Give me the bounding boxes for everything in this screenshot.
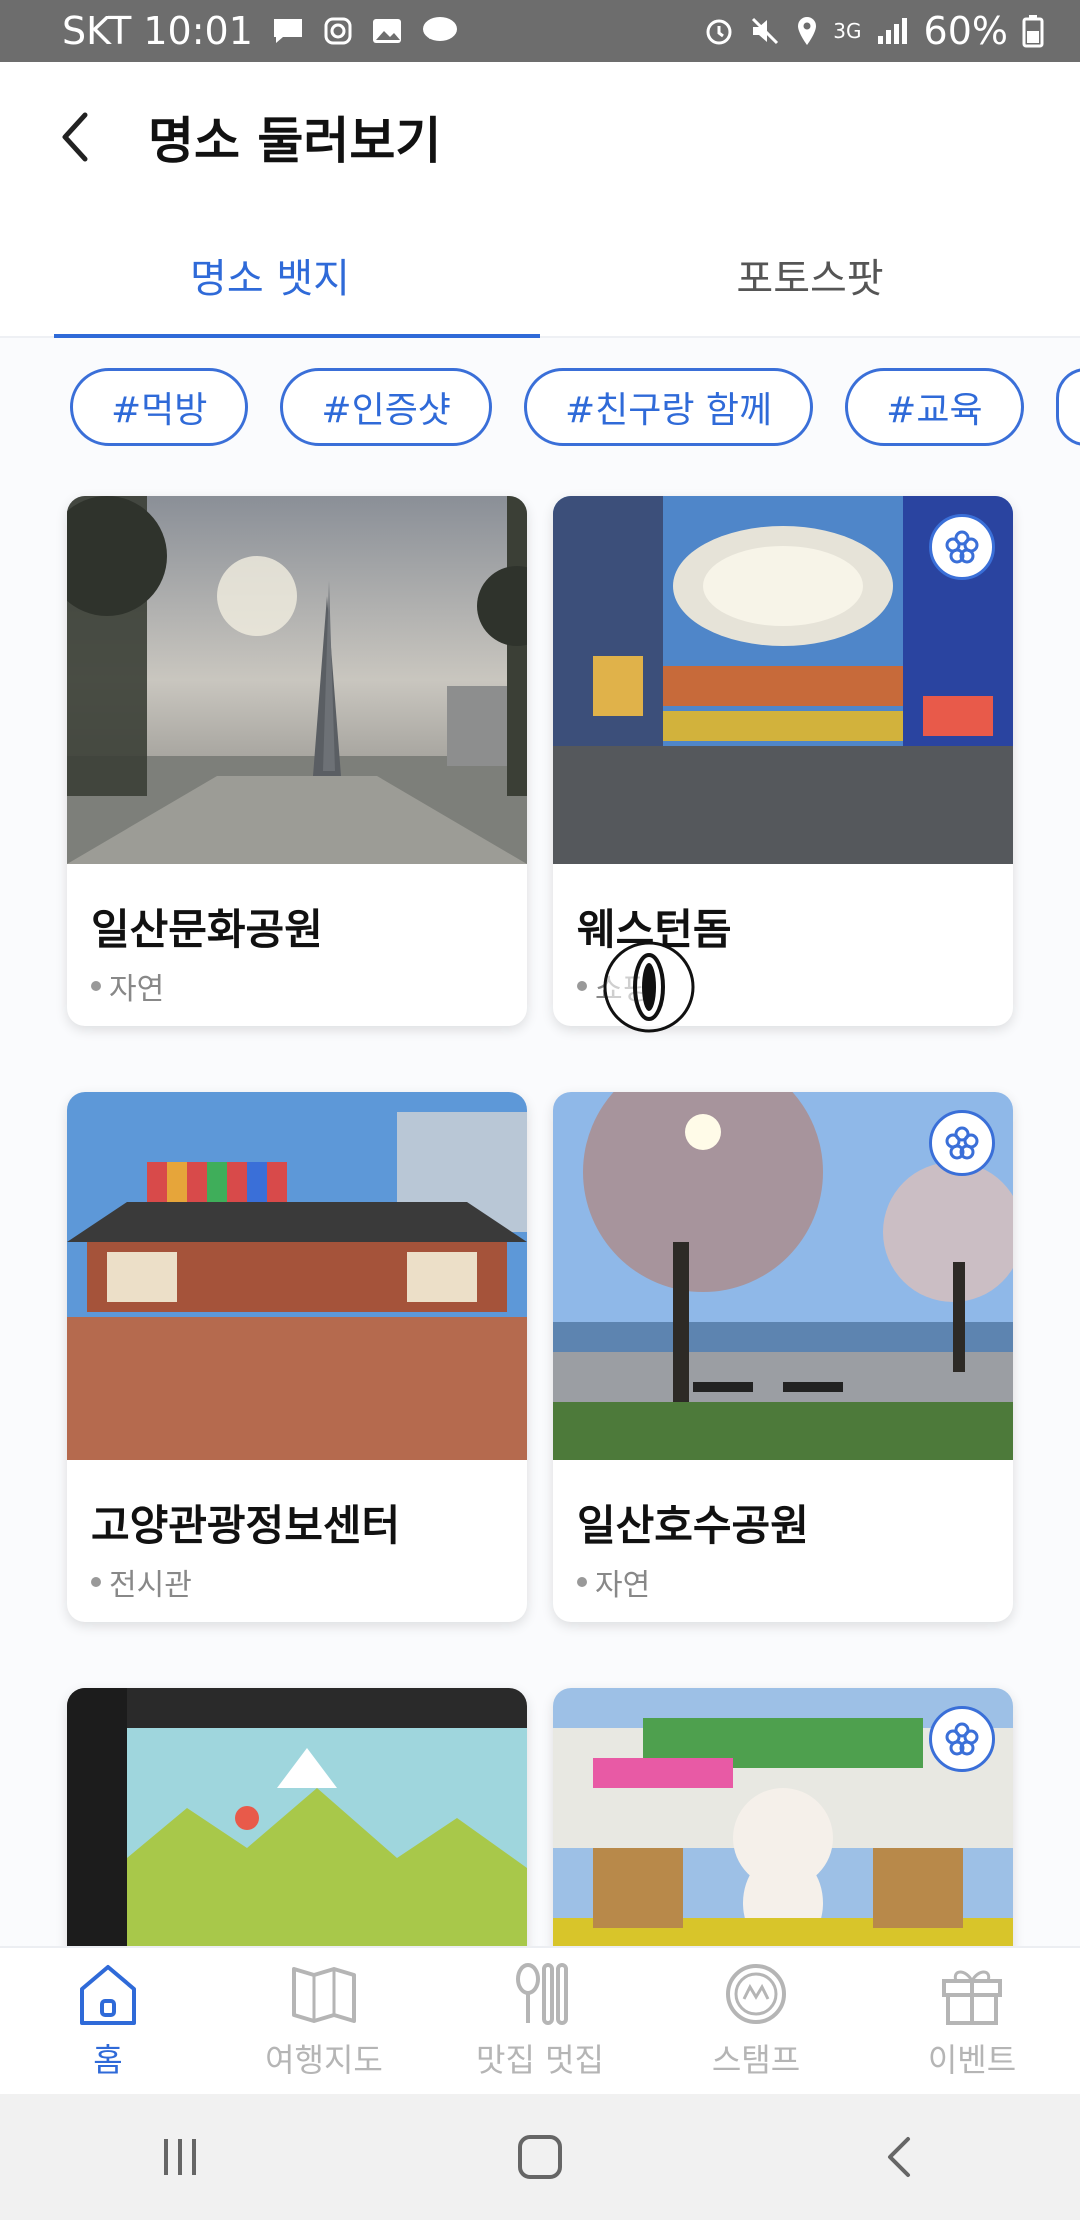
place-photo [67, 496, 527, 864]
nav-label: 스탬프 [711, 2041, 801, 2079]
nav-restaurants[interactable]: 맛집 멋집 [432, 1948, 648, 2094]
badge-flower-icon [929, 1706, 995, 1772]
hashtag-chips: #먹방 #인증샷 #친구랑 함께 #교육 [70, 368, 1080, 446]
back-system-button[interactable] [840, 2117, 960, 2197]
food-icon [516, 1963, 568, 2025]
place-category-label: 자연 [595, 1568, 651, 1603]
nav-label: 여행지도 [265, 2041, 383, 2079]
network-type: 3G [833, 19, 862, 43]
place-name: 일산호수공원 [577, 1501, 809, 1550]
place-card[interactable] [553, 1688, 1013, 1946]
back-button[interactable] [0, 62, 150, 212]
bullet-dot [91, 1577, 101, 1587]
place-category-label: 전시관 [109, 1568, 192, 1603]
place-category: 자연 [91, 964, 164, 1008]
tab-bar: 명소 뱃지 포토스팟 [0, 212, 1080, 340]
nav-stamp[interactable]: 스탬프 [648, 1948, 864, 2094]
chip-certification-shot[interactable]: #인증샷 [280, 368, 492, 446]
bullet-dot [91, 981, 101, 991]
back-chevron-icon [888, 2137, 910, 2177]
gift-icon [942, 1970, 1002, 2025]
chip-with-friends[interactable]: #친구랑 함께 [523, 368, 814, 446]
place-photo [67, 1688, 527, 1946]
nav-label: 맛집 멋집 [476, 2041, 604, 2079]
signal-icon [876, 16, 910, 46]
recent-apps-button[interactable] [120, 2117, 240, 2197]
place-photo [553, 496, 1013, 864]
stamp-icon [726, 1964, 786, 2024]
bottom-nav: 홈 여행지도 맛집 멋집 스탬프 이벤트 [0, 1946, 1080, 2094]
place-card[interactable] [67, 1688, 527, 1946]
place-card[interactable]: 일산문화공원 자연 [67, 496, 527, 1026]
place-category: 전시관 [91, 1560, 192, 1604]
tab-badges[interactable]: 명소 뱃지 [0, 212, 540, 340]
place-category-label: 자연 [109, 972, 165, 1007]
nav-home[interactable]: 홈 [0, 1948, 216, 2094]
chip-education[interactable]: #교육 [845, 368, 1024, 446]
mute-icon [749, 15, 781, 47]
badge-flower-icon [929, 1110, 995, 1176]
gallery-icon [371, 16, 403, 46]
status-right: 3G 60% [703, 9, 1044, 53]
app-header: 명소 둘러보기 [0, 62, 1080, 212]
chip-more[interactable] [1055, 368, 1080, 446]
battery-percent: 60% [923, 9, 1008, 53]
place-photo [67, 1092, 527, 1460]
touch-indicator [602, 940, 696, 1034]
status-left: SKT 10:01 [62, 9, 459, 53]
back-arrow-icon [62, 112, 88, 162]
place-name: 일산문화공원 [91, 905, 323, 954]
page-title: 명소 둘러보기 [148, 112, 442, 170]
kakaotalk-icon [421, 15, 459, 47]
tab-photo-spots[interactable]: 포토스팟 [540, 212, 1080, 338]
home-system-button[interactable] [480, 2117, 600, 2197]
nav-label: 이벤트 [927, 2041, 1017, 2079]
bullet-dot [577, 981, 587, 991]
nav-label: 홈 [93, 2041, 123, 2079]
bullet-dot [577, 1577, 587, 1587]
home-square-icon [518, 2135, 562, 2179]
chip-mukbang[interactable]: #먹방 [70, 368, 249, 446]
place-card[interactable]: 일산호수공원 자연 [553, 1092, 1013, 1622]
battery-icon [1022, 14, 1044, 48]
place-card[interactable]: 고양관광정보센터 전시관 [67, 1092, 527, 1622]
carrier-time: SKT 10:01 [62, 9, 253, 53]
content-area: #먹방 #인증샷 #친구랑 함께 #교육 일산문화공원 자연 웨스턴돔 고양관광… [0, 338, 1080, 1946]
nav-travel-map[interactable]: 여행지도 [216, 1948, 432, 2094]
recent-apps-icon [164, 2139, 196, 2175]
status-bar: SKT 10:01 3G 60% [0, 0, 1080, 62]
badge-flower-icon [929, 514, 995, 580]
map-icon [292, 1967, 356, 2023]
system-nav-bar [0, 2094, 1080, 2220]
nav-event[interactable]: 이벤트 [864, 1948, 1080, 2094]
place-photo [553, 1688, 1013, 1946]
home-icon [80, 1965, 136, 2025]
place-name: 고양관광정보센터 [91, 1501, 401, 1550]
alarm-icon [703, 15, 735, 47]
location-icon [795, 15, 819, 47]
place-category: 자연 [577, 1560, 650, 1604]
place-photo [553, 1092, 1013, 1460]
message-icon [271, 16, 305, 46]
instagram-icon [323, 16, 353, 46]
